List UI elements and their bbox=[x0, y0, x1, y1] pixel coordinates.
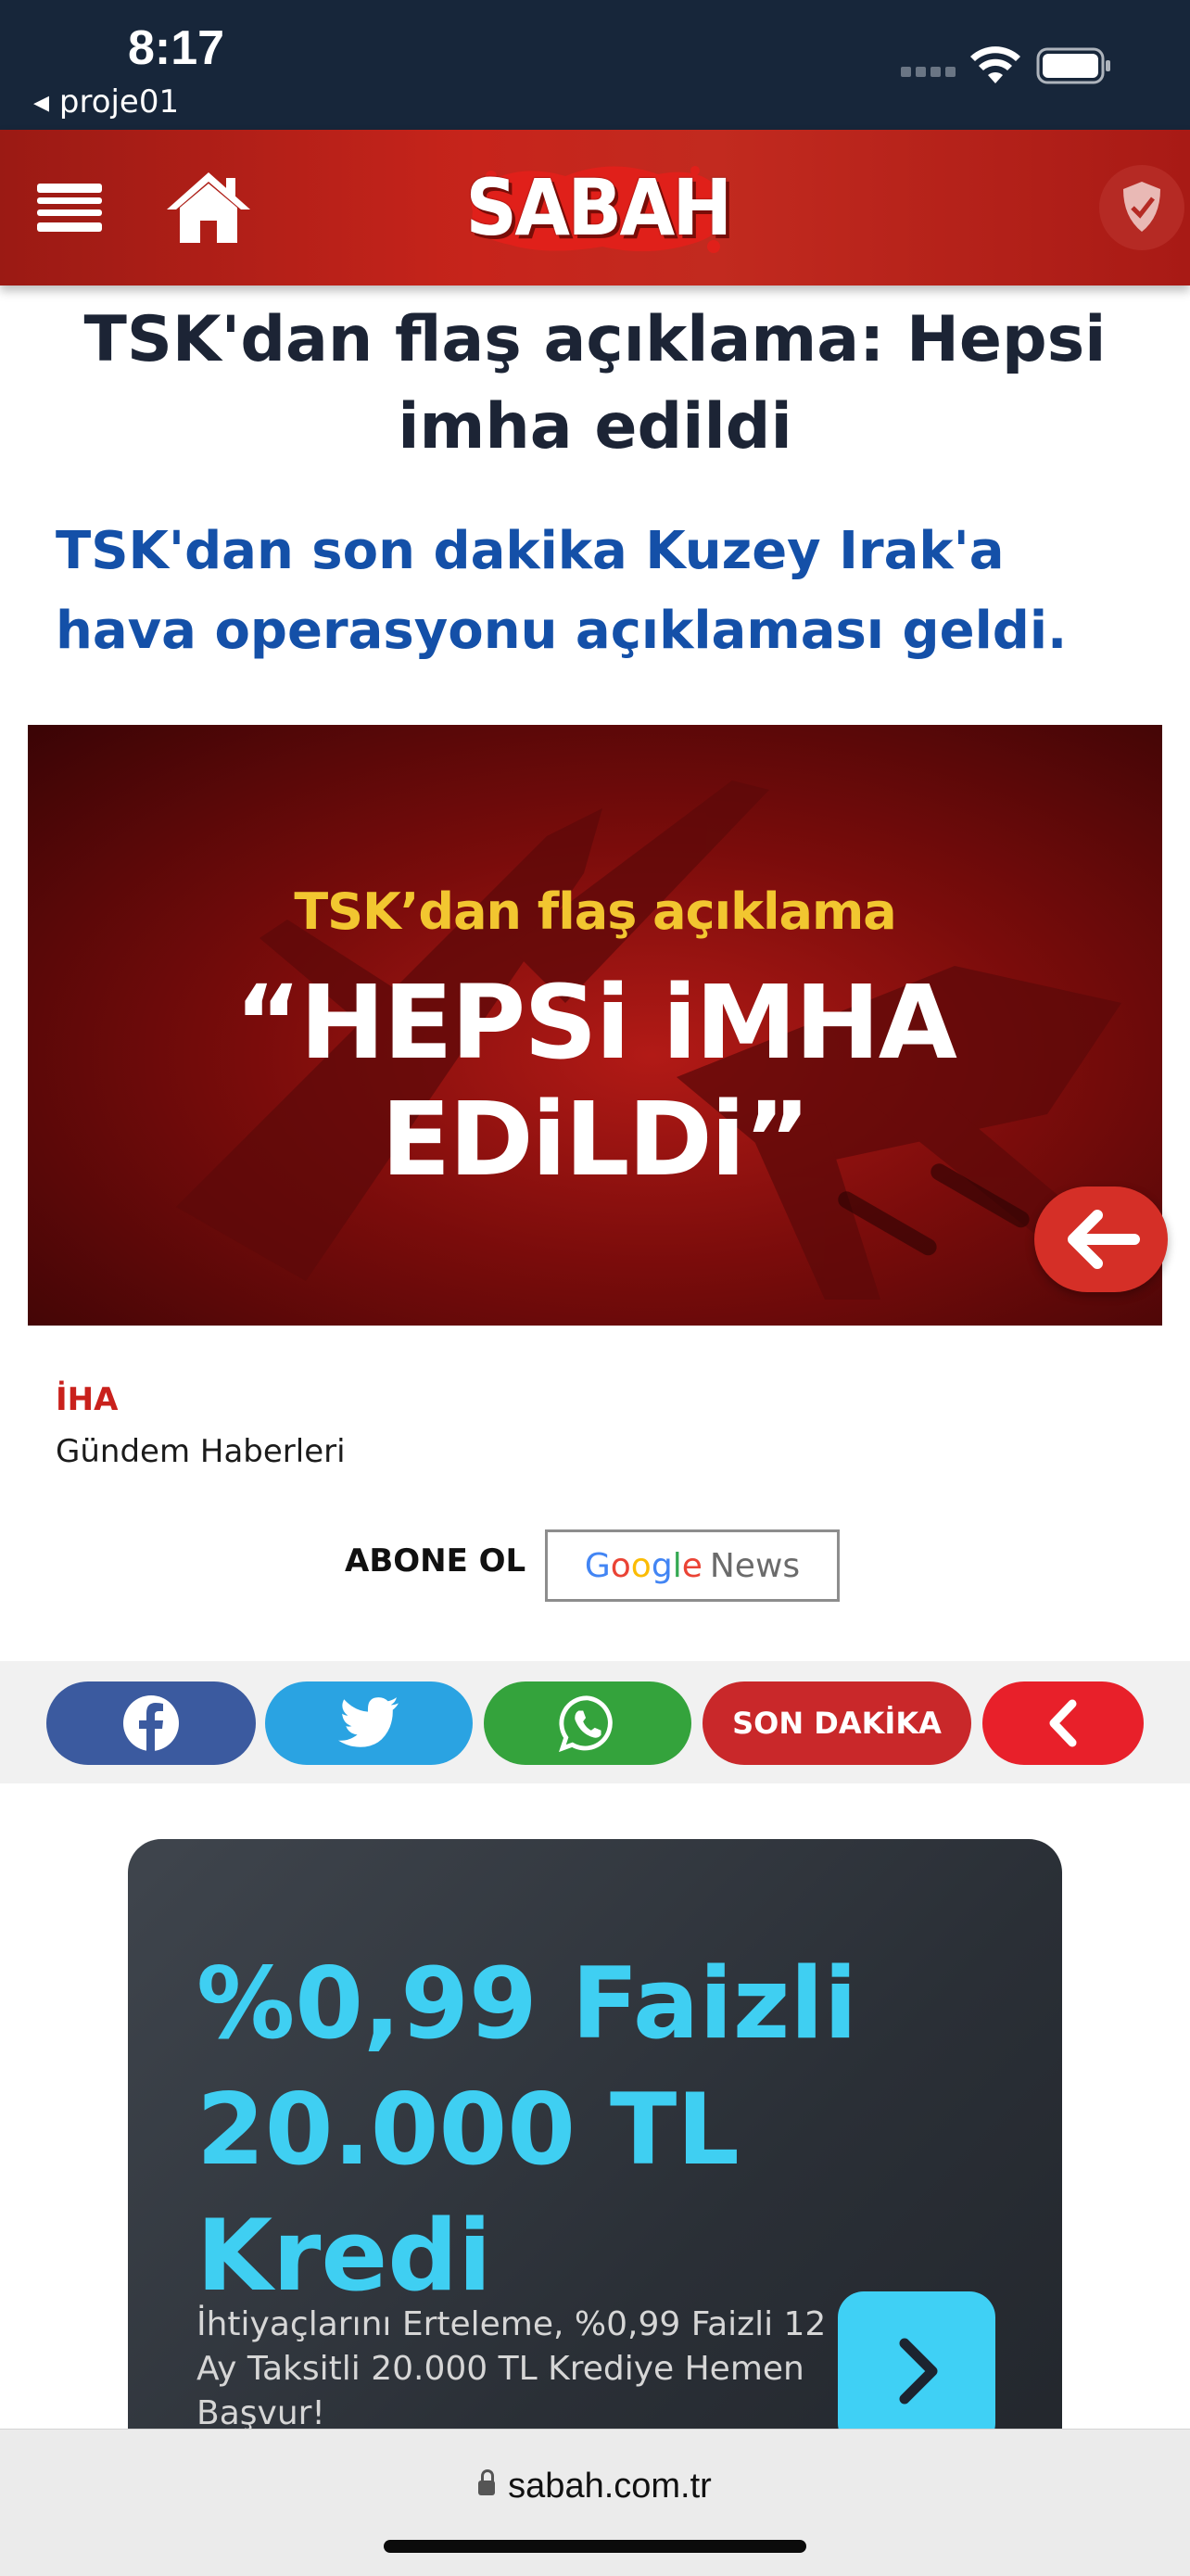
ad-title: %0,99 Faizli 20.000 TL Kredi bbox=[196, 1941, 1062, 2319]
battery-icon bbox=[1036, 47, 1110, 84]
hero-main-line-1: “HEPSi iMHA bbox=[234, 963, 957, 1082]
browser-url-bar[interactable]: sabah.com.tr bbox=[0, 2429, 1190, 2576]
ad-title-line-2: 20.000 TL Kredi bbox=[196, 2073, 740, 2313]
news-source[interactable]: İHA bbox=[56, 1381, 118, 1418]
google-letter-3: o bbox=[630, 1546, 652, 1585]
lock-icon bbox=[478, 2469, 496, 2495]
article-subheadline: TSK'dan son dakika Kuzey Irak'a hava ope… bbox=[56, 521, 1068, 661]
news-category[interactable]: Gündem Haberleri bbox=[56, 1433, 346, 1470]
url-text: sabah.com.tr bbox=[508, 2467, 712, 2506]
logo-text: SABAH bbox=[465, 162, 732, 253]
whatsapp-icon bbox=[559, 1695, 613, 1752]
son-dakika-button[interactable]: SON DAKİKA bbox=[703, 1681, 971, 1765]
share-back-button[interactable] bbox=[982, 1681, 1144, 1765]
ad-description: İhtiyaçlarını Erteleme, %0,99 Faizli 12 … bbox=[196, 2305, 827, 2432]
hamburger-menu-icon[interactable] bbox=[37, 182, 102, 234]
hero-main-text: “HEPSi iMHA EDiLDi” bbox=[28, 964, 1162, 1198]
status-bar: 8:17 ◂ proje01 bbox=[0, 0, 1190, 130]
security-shield-button[interactable] bbox=[1099, 165, 1184, 250]
google-news-button[interactable]: Google News bbox=[545, 1529, 840, 1602]
share-bar: SON DAKİKA bbox=[0, 1661, 1190, 1783]
shield-icon bbox=[1123, 182, 1160, 232]
google-news-label: News bbox=[709, 1546, 801, 1585]
twitter-share-button[interactable] bbox=[265, 1681, 473, 1765]
hero-main-line-2: EDiLDi” bbox=[381, 1080, 811, 1199]
google-letter-1: G bbox=[584, 1546, 611, 1585]
hero-top-text: TSK’dan flaş açıklama bbox=[294, 882, 896, 941]
twitter-icon bbox=[338, 1697, 399, 1747]
back-floating-button[interactable] bbox=[1034, 1186, 1168, 1292]
article-headline: TSK'dan flaş açıklama: Hepsi imha edildi bbox=[83, 303, 1107, 463]
subscribe-label: ABONE OL bbox=[345, 1542, 526, 1580]
ad-title-line-1: %0,99 Faizli bbox=[196, 1947, 858, 2061]
chevron-right-icon bbox=[899, 2338, 938, 2405]
facebook-icon bbox=[123, 1695, 179, 1751]
google-letter-6: e bbox=[681, 1546, 703, 1585]
home-icon[interactable] bbox=[165, 171, 252, 245]
chevron-left-icon bbox=[1049, 1699, 1077, 1747]
url-display[interactable]: sabah.com.tr bbox=[0, 2467, 1190, 2506]
facebook-share-button[interactable] bbox=[46, 1681, 256, 1765]
status-time: 8:17 bbox=[128, 21, 225, 75]
google-letter-2: o bbox=[610, 1546, 631, 1585]
google-letter-5: l bbox=[672, 1546, 682, 1585]
whatsapp-share-button[interactable] bbox=[484, 1681, 691, 1765]
site-header: SABAH bbox=[0, 130, 1190, 286]
cellular-signal-icon bbox=[901, 67, 956, 77]
wifi-icon bbox=[970, 46, 1020, 83]
sabah-logo[interactable]: SABAH bbox=[463, 158, 732, 258]
ad-cta-button[interactable] bbox=[838, 2291, 995, 2449]
home-indicator[interactable] bbox=[384, 2540, 806, 2553]
hero-image[interactable]: TSK’dan flaş açıklama “HEPSi iMHA EDiLDi… bbox=[28, 725, 1162, 1326]
google-letter-4: g bbox=[651, 1546, 673, 1585]
arrow-left-icon bbox=[1068, 1210, 1140, 1269]
back-to-app-link[interactable]: ◂ proje01 bbox=[33, 83, 179, 121]
